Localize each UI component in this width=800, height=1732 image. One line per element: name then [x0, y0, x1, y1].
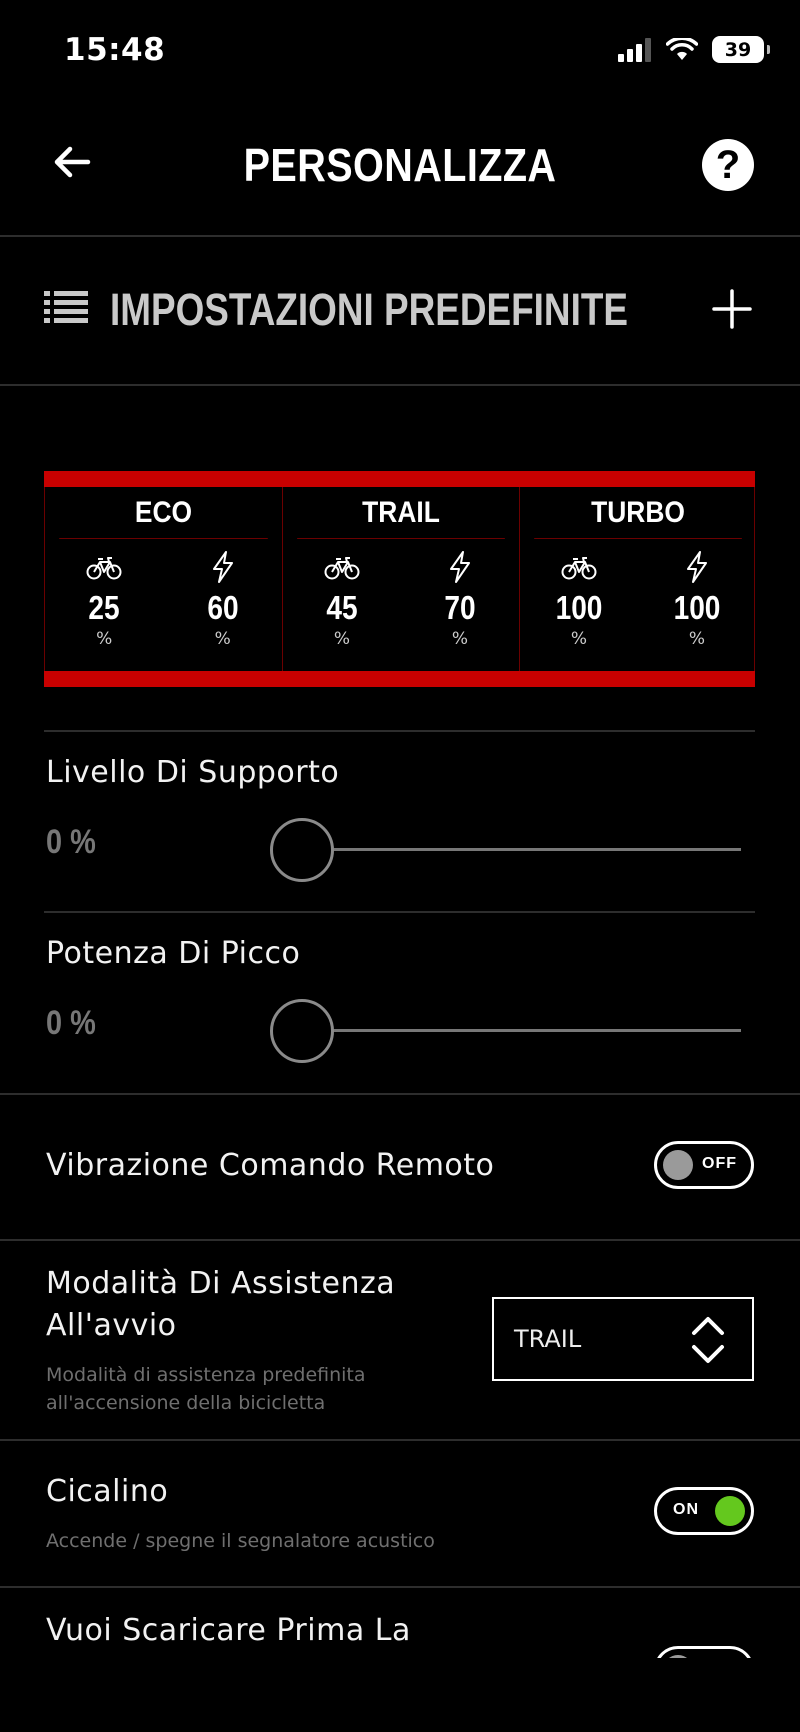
support-level-slider-block: Livello Di Supporto 0 % [44, 731, 755, 911]
discharge-label: Vuoi Scaricare Prima La [46, 1613, 411, 1648]
nav-bar: PERSONALIZZA ? [0, 100, 800, 235]
vibration-row: Vibrazione Comando Remoto OFF [0, 1095, 800, 1239]
status-icons: 39 [618, 36, 770, 63]
toggle-knob [663, 1150, 693, 1180]
peak-number: 60 [207, 589, 239, 626]
support-level-thumb[interactable] [270, 818, 334, 882]
support-level-label: Livello Di Supporto [46, 755, 340, 790]
signal-icon [618, 37, 651, 62]
peak-power-thumb[interactable] [270, 999, 334, 1063]
vibration-toggle[interactable]: OFF [654, 1141, 754, 1189]
unit: % [688, 629, 706, 649]
buzzer-sub: Accende / spegne il segnalatore acustico [46, 1530, 435, 1552]
buzzer-toggle[interactable]: ON [654, 1487, 754, 1535]
lightning-icon [687, 551, 707, 583]
lightning-icon [212, 551, 233, 583]
peak-value: 100 % [652, 551, 742, 649]
wifi-icon [666, 37, 698, 60]
peak-number: 100 [673, 589, 721, 626]
vibration-label: Vibrazione Comando Remoto [46, 1148, 495, 1183]
help-icon: ? [715, 142, 741, 187]
battery-icon: 39 [712, 36, 770, 63]
support-value: 45 % [297, 551, 387, 649]
unit: % [96, 629, 113, 649]
toggle-state: OFF [702, 1155, 737, 1172]
presets-label: IMPOSTAZIONI PREDEFINITE [110, 284, 628, 335]
startup-mode-select[interactable]: TRAIL [492, 1297, 754, 1381]
startup-mode-selected: TRAIL [514, 1325, 582, 1353]
mode-name: TRAIL [297, 487, 505, 539]
support-number: 25 [88, 589, 120, 626]
support-value: 25 % [59, 551, 149, 649]
help-button[interactable]: ? [702, 139, 754, 191]
support-value: 100 % [534, 551, 624, 649]
unit: % [570, 629, 588, 649]
buzzer-row: Cicalino Accende / spegne il segnalatore… [0, 1441, 800, 1586]
peak-number: 70 [444, 589, 476, 626]
status-bar: 15:48 39 [0, 0, 800, 100]
bike-icon [324, 557, 360, 580]
mode-turbo[interactable]: TURBO 100 % 100 % [519, 487, 756, 672]
peak-value: 60 % [178, 551, 268, 649]
peak-power-value: 0 % [46, 1004, 96, 1042]
toggle-knob [715, 1496, 745, 1526]
support-level-track[interactable] [302, 848, 741, 851]
startup-mode-row: Modalità Di Assistenza All'avvio Modalit… [0, 1241, 800, 1439]
presets-row[interactable]: IMPOSTAZIONI PREDEFINITE [0, 237, 800, 385]
bike-icon [86, 557, 122, 580]
peak-power-slider-block: Potenza Di Picco 0 % [44, 912, 755, 1092]
mode-name: TURBO [534, 487, 742, 539]
lightning-icon [450, 551, 470, 583]
status-time: 15:48 [64, 32, 166, 68]
mode-name: ECO [59, 487, 268, 539]
divider [0, 384, 800, 386]
startup-mode-label-1: Modalità Di Assistenza [46, 1266, 396, 1301]
mode-eco[interactable]: ECO 25 % 60 % [45, 487, 282, 672]
scroll-mask [0, 1658, 800, 1732]
discharge-row: Vuoi Scaricare Prima La [0, 1588, 800, 1732]
bike-icon [561, 557, 597, 580]
support-number: 100 [555, 589, 603, 626]
startup-mode-sub-1: Modalità di assistenza predefinita [46, 1364, 366, 1386]
toggle-state: ON [673, 1501, 699, 1518]
startup-mode-sub-2: all'accensione della bicicletta [46, 1392, 326, 1414]
unit: % [451, 629, 469, 649]
startup-mode-label-2: All'avvio [46, 1308, 177, 1343]
add-icon[interactable] [712, 289, 752, 329]
peak-value: 70 % [415, 551, 505, 649]
peak-power-label: Potenza Di Picco [46, 936, 301, 971]
page-title: PERSONALIZZA [243, 139, 557, 191]
buzzer-label: Cicalino [46, 1474, 169, 1509]
assist-modes-table: ECO 25 % 60 % TRAIL 45 % 70 % TURBO 100 … [44, 471, 755, 687]
support-number: 45 [326, 589, 358, 626]
chevron-up-down-icon [692, 1317, 724, 1363]
support-level-value: 0 % [46, 823, 96, 861]
unit: % [333, 629, 351, 649]
unit: % [214, 629, 231, 649]
battery-level: 39 [724, 38, 752, 61]
peak-power-track[interactable] [302, 1029, 741, 1032]
list-icon [44, 291, 88, 323]
mode-trail[interactable]: TRAIL 45 % 70 % [282, 487, 519, 672]
